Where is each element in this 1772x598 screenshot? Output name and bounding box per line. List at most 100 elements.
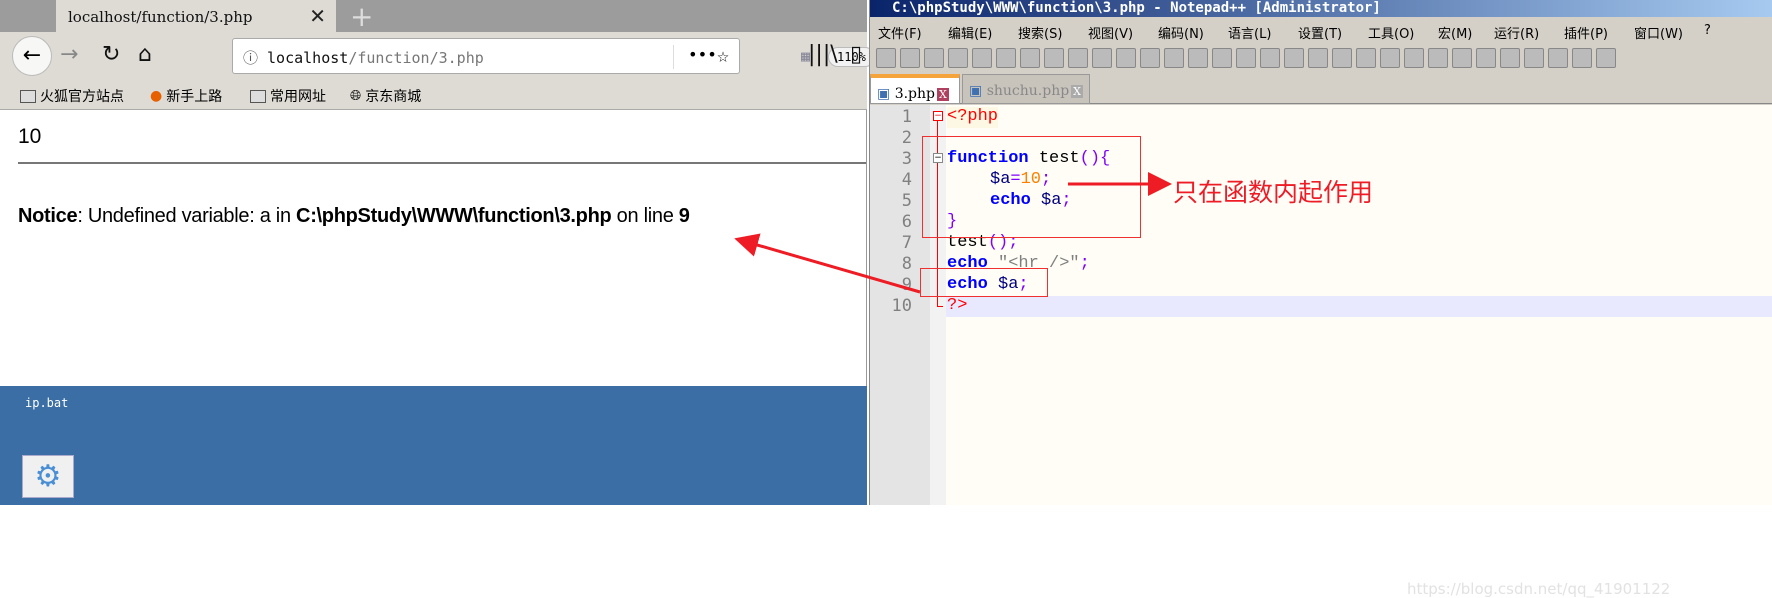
sync-horizontal-icon[interactable] [1284,48,1304,68]
paste-icon[interactable] [1092,48,1112,68]
show-all-chars-icon[interactable] [1332,48,1352,68]
menu-settings[interactable]: 设置(T) [1298,23,1342,42]
bookmarks-bar: 火狐官方站点 ● 新手上路 常用网址 🌐︎ 京东商城 [0,80,867,110]
bookmark-item[interactable]: 🌐︎ 京东商城 [350,86,421,106]
back-button[interactable]: ← [12,36,52,76]
bookmark-item[interactable]: ● 新手上路 [150,86,222,106]
fold-collapse-icon[interactable]: − [933,111,943,121]
reload-button[interactable]: ↻ [102,42,120,67]
desktop: ip.bat ⚙ [0,386,867,505]
close-tab-icon[interactable]: ✕ [309,4,326,28]
word-wrap-icon[interactable] [1308,48,1328,68]
udl-icon[interactable] [1380,48,1400,68]
menu-help[interactable]: ? [1704,23,1711,38]
desktop-file-label[interactable]: ip.bat [25,396,68,410]
menu-language[interactable]: 语言(L) [1228,23,1271,42]
code-line-1: <?php [947,107,999,128]
tab-shuchu-php[interactable]: ▣ shuchu.php X [962,74,1090,104]
gear-icon[interactable]: ⚙ [22,455,74,498]
play-macro-icon[interactable] [1548,48,1568,68]
browser-tab[interactable]: localhost/function/3.php ✕ [56,0,336,32]
save-all-icon[interactable] [948,48,968,68]
line-number: 3 [901,149,912,169]
watermark: https://blog.csdn.net/qq_41901122 [1407,580,1671,598]
code-editor[interactable]: 1 2 3 4 5 6 7 8 9 10 − − <?php function … [870,105,1772,598]
bookmark-label: 常用网址 [270,89,326,105]
new-tab-button[interactable]: + [350,0,373,33]
library-icon[interactable]: |||\ [808,42,838,67]
menu-edit[interactable]: 编辑(E) [948,23,992,42]
file-tabs: ▣ 3.php X ▣ shuchu.php X [870,74,1772,104]
menu-encoding[interactable]: 编码(N) [1158,23,1204,42]
bookmark-label: 京东商城 [365,89,422,105]
save-icon[interactable] [924,48,944,68]
close-all-icon[interactable] [996,48,1016,68]
open-file-icon[interactable] [900,48,920,68]
divider [673,45,674,69]
menu-tools[interactable]: 工具(O) [1368,23,1414,42]
menu-run[interactable]: 运行(R) [1494,23,1539,42]
bookmark-item[interactable]: 常用网址 [250,86,326,106]
info-icon[interactable]: ⓘ [243,49,267,67]
find-icon[interactable] [1164,48,1184,68]
line-number: 1 [901,107,912,127]
notepad-window: C:\phpStudy\WWW\function\3.php - Notepad… [869,0,1772,598]
firefox-icon: ● [150,88,163,104]
redo-icon[interactable] [1140,48,1160,68]
url-bar[interactable]: ⓘ localhost/function/3.php ▦ 110% ••• ☆ [232,38,875,74]
monitoring-icon[interactable] [1476,48,1496,68]
cut-icon[interactable] [1044,48,1064,68]
line-number: 5 [901,191,912,211]
more-actions-icon[interactable]: ••• [688,45,717,64]
bookmark-item[interactable]: 火狐官方站点 [20,86,124,106]
bookmark-star-icon[interactable]: ☆ [717,43,729,67]
tab-strip: localhost/function/3.php ✕ + [0,0,867,33]
menu-macro[interactable]: 宏(M) [1438,23,1472,42]
home-button[interactable]: ⌂ [138,42,152,67]
window-title: C:\phpStudy\WWW\function\3.php - Notepad… [870,0,1772,17]
indent-guide-icon[interactable] [1356,48,1376,68]
undo-icon[interactable] [1116,48,1136,68]
output-value: 10 [18,125,42,148]
annotation-text: 只在函数内起作用 [1173,178,1374,207]
notice-message: : Undefined variable: a in [77,205,297,227]
folder-as-workspace-icon[interactable] [1452,48,1472,68]
menu-plugins[interactable]: 插件(P) [1564,23,1608,42]
doc-map-icon[interactable] [1404,48,1424,68]
print-icon[interactable] [1020,48,1040,68]
folder-icon [250,89,266,103]
tab-3-php[interactable]: ▣ 3.php X [870,74,960,104]
page-content: 10 Notice: Undefined variable: a in C:\p… [0,111,867,386]
close-tab-icon[interactable]: X [1071,85,1084,98]
menu-file[interactable]: 文件(F) [878,23,922,42]
zoom-in-icon[interactable] [1212,48,1232,68]
notepad-toolbar [870,45,1772,73]
current-line-highlight [946,296,1772,317]
function-list-icon[interactable] [1428,48,1448,68]
url-path: /function/3.php [348,49,484,67]
line-number: 9 [901,275,912,295]
line-number: 6 [901,212,912,232]
copy-icon[interactable] [1068,48,1088,68]
menu-search[interactable]: 搜索(S) [1018,23,1062,42]
close-icon[interactable] [972,48,992,68]
menu-view[interactable]: 视图(V) [1088,23,1133,42]
url-host: localhost [267,49,349,67]
highlight-box-function [922,136,1141,238]
line-number: 4 [901,170,912,190]
save-macro-icon[interactable] [1596,48,1616,68]
notice-line-number: 9 [678,205,690,227]
forward-button[interactable]: → [60,42,78,67]
record-macro-icon[interactable] [1500,48,1520,68]
replace-icon[interactable] [1188,48,1208,68]
stop-macro-icon[interactable] [1524,48,1544,68]
run-macro-multiple-icon[interactable] [1572,48,1592,68]
sync-vertical-icon[interactable] [1260,48,1280,68]
line-number: 10 [891,296,912,316]
line-number: 2 [901,128,912,148]
close-tab-icon[interactable]: X [937,88,949,101]
zoom-out-icon[interactable] [1236,48,1256,68]
sidebar-icon[interactable]: ▯ [850,42,862,67]
new-file-icon[interactable] [876,48,896,68]
menu-window[interactable]: 窗口(W) [1634,23,1683,42]
